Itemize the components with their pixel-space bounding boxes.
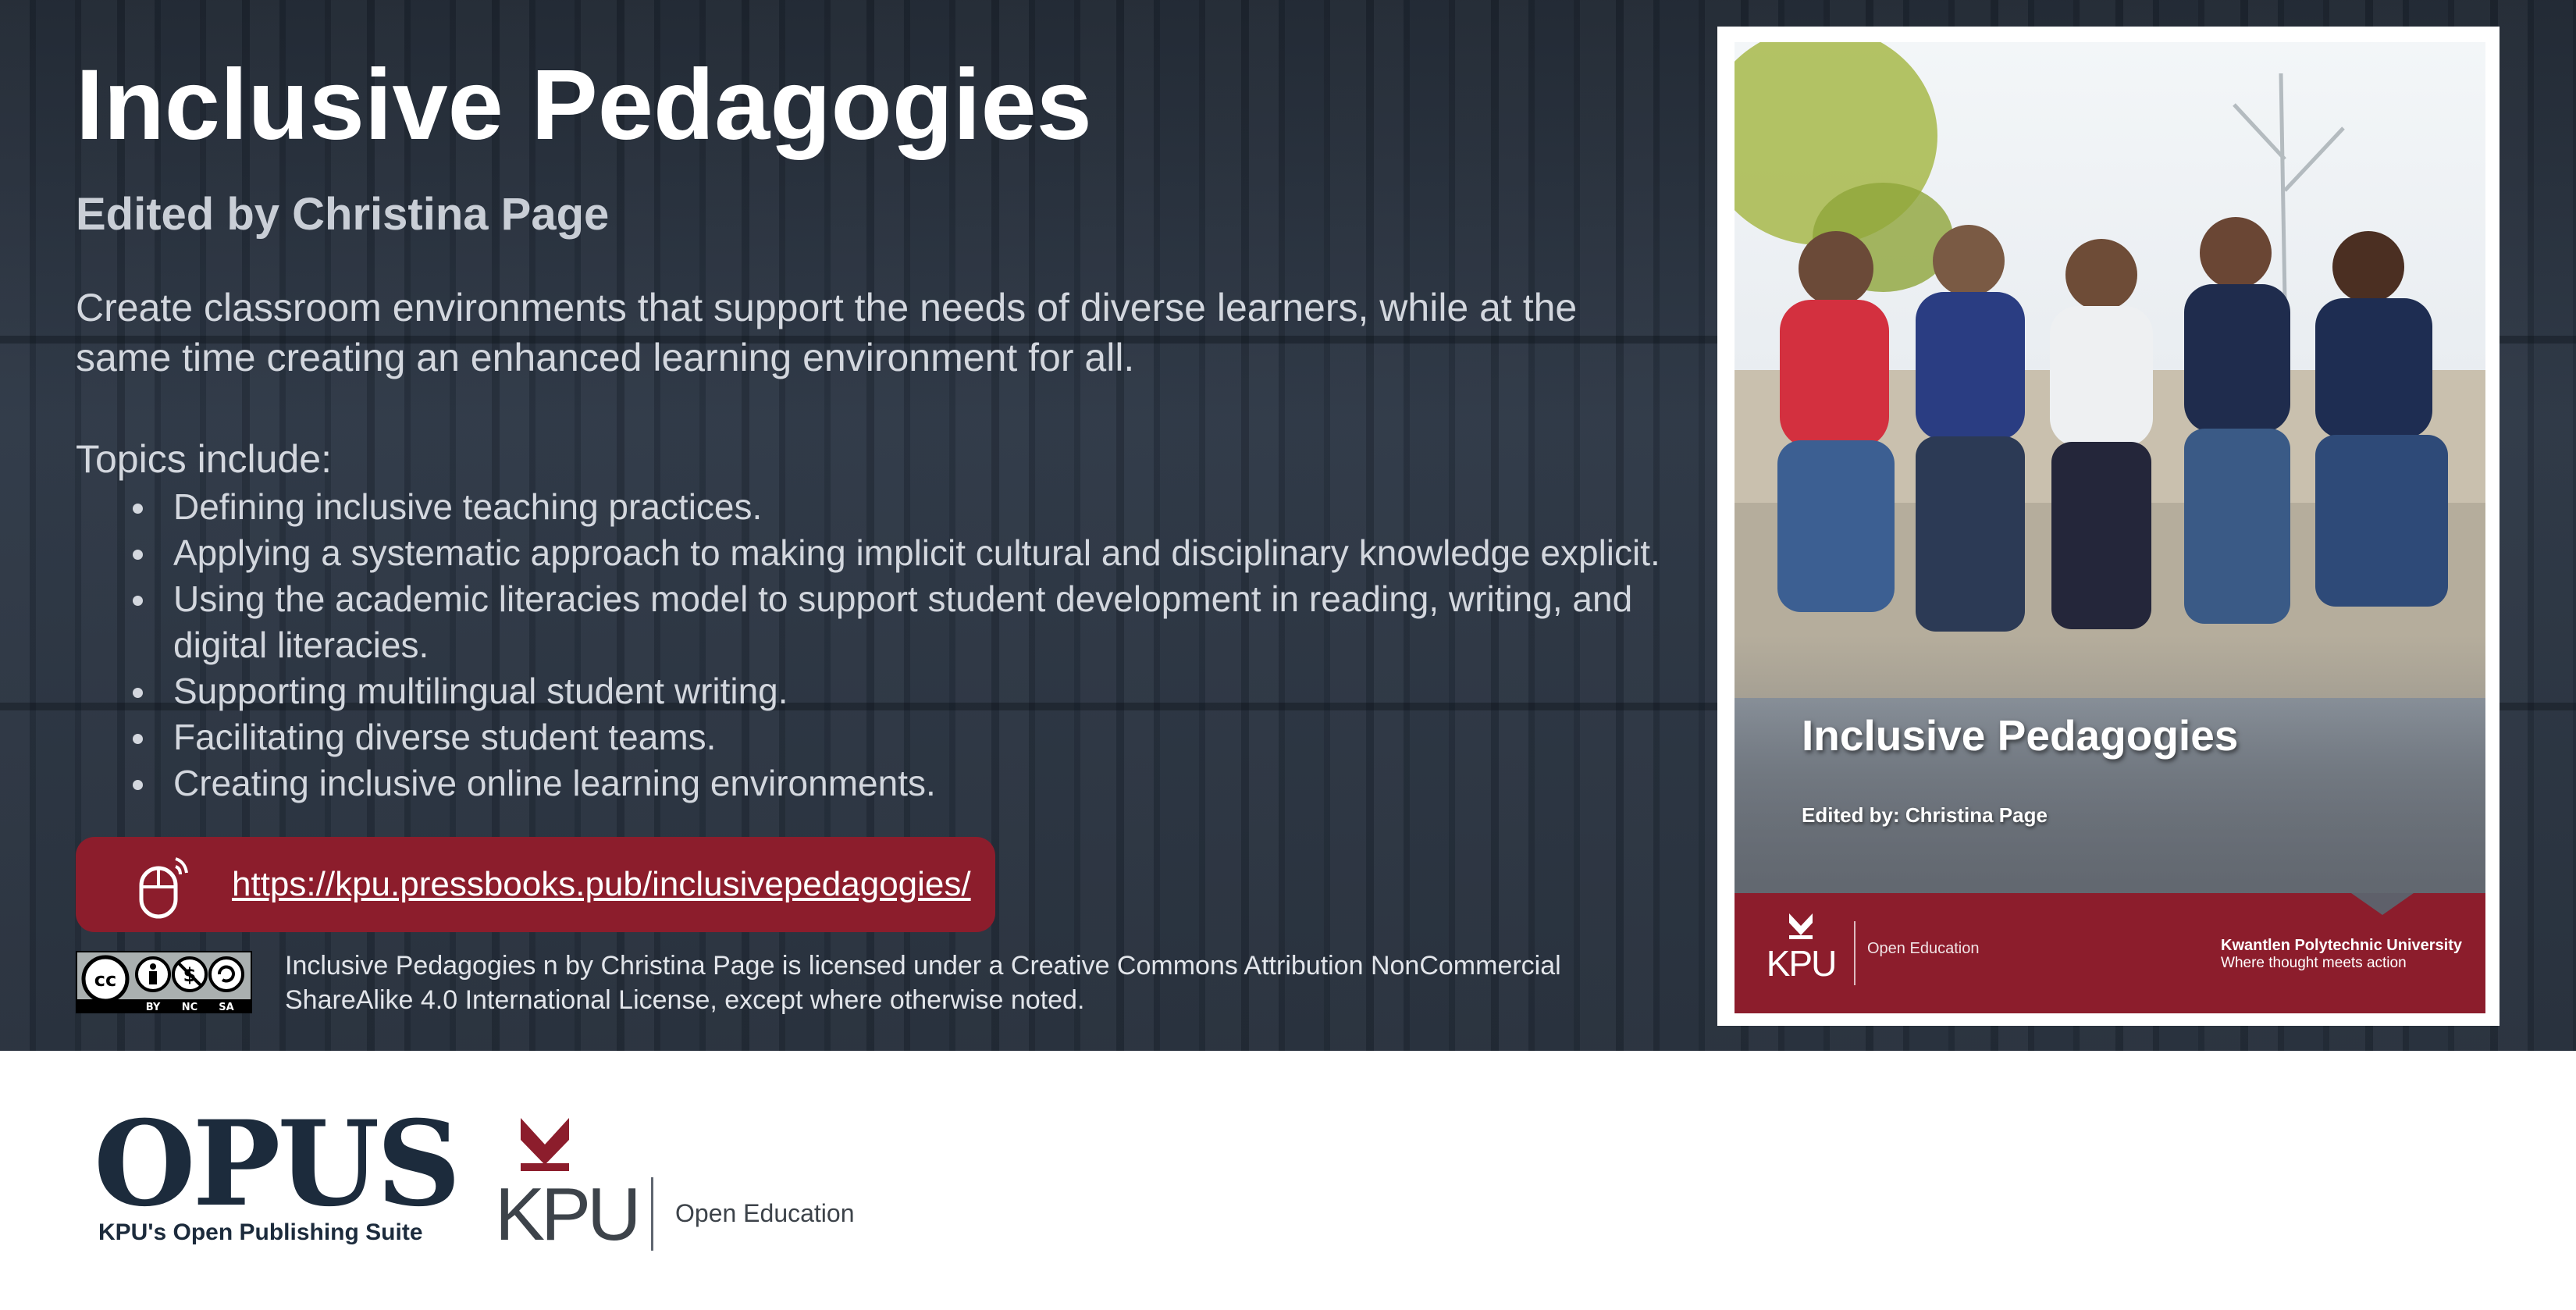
book-link-button[interactable]: https://kpu.pressbooks.pub/inclusivepeda… [76,837,995,932]
cc-nc-label: NC [182,1002,197,1013]
cover-shade [1735,635,2485,932]
book-description: Create classroom environments that suppo… [76,286,1578,379]
cover-university: Kwantlen Polytechnic University Where th… [2221,937,2462,972]
cover-band-notch [2351,893,2414,915]
topic-item: Using the academic literacies model to s… [133,576,1735,668]
topic-item: Facilitating diverse student teams. [133,714,1735,760]
university-name: Kwantlen Polytechnic University [2221,937,2462,954]
license-notice: Inclusive Pedagogies n by Christina Page… [285,951,1561,1015]
svg-text:cc: cc [94,969,116,991]
cc-by-nc-sa-icon[interactable]: cc $ BY NC SA [76,951,252,1013]
editor-credit: Edited by Christina Page [76,189,610,240]
cover-kpu-wordmark: KPU [1767,943,1836,984]
topic-item: Defining inclusive teaching practices. [133,484,1735,530]
opus-subtitle: KPU's Open Publishing Suite [98,1219,423,1245]
cover-logo-divider [1854,921,1856,985]
cover-open-education: Open Education [1867,940,1980,957]
topic-item: Applying a systematic approach to making… [133,530,1735,576]
cover-photo-image [1735,42,2485,698]
kpu-logo-divider [651,1177,653,1251]
book-cover[interactable]: Inclusive Pedagogies Edited by: Christin… [1717,27,2500,1026]
opus-logo: OPUS [94,1095,461,1233]
kpu-logo-icon: KPU [495,1118,640,1246]
mouse-icon [139,857,188,919]
book-cover-art: Inclusive Pedagogies Edited by: Christin… [1735,42,2485,1013]
topics-list: Defining inclusive teaching practices. A… [76,484,1735,806]
kpu-wordmark: KPU [495,1173,637,1246]
kpu-logo-icon: KPU [1767,913,1837,984]
cc-sa-label: SA [219,1002,233,1013]
page-title: Inclusive Pedagogies [76,49,1092,161]
topic-item: Supporting multilingual student writing. [133,668,1735,714]
cover-title: Inclusive Pedagogies [1802,711,2239,760]
kpu-open-education: Open Education [675,1199,855,1227]
book-url-link[interactable]: https://kpu.pressbooks.pub/inclusivepeda… [232,837,971,932]
cover-editor: Edited by: Christina Page [1802,803,2048,827]
cc-by-label: BY [146,1002,161,1013]
hero-banner: Inclusive Pedagogies Edited by Christina… [0,0,2576,1051]
university-tagline: Where thought meets action [2221,955,2407,971]
topic-item: Creating inclusive online learning envir… [133,760,1735,806]
topics-heading: Topics include: [76,437,332,481]
